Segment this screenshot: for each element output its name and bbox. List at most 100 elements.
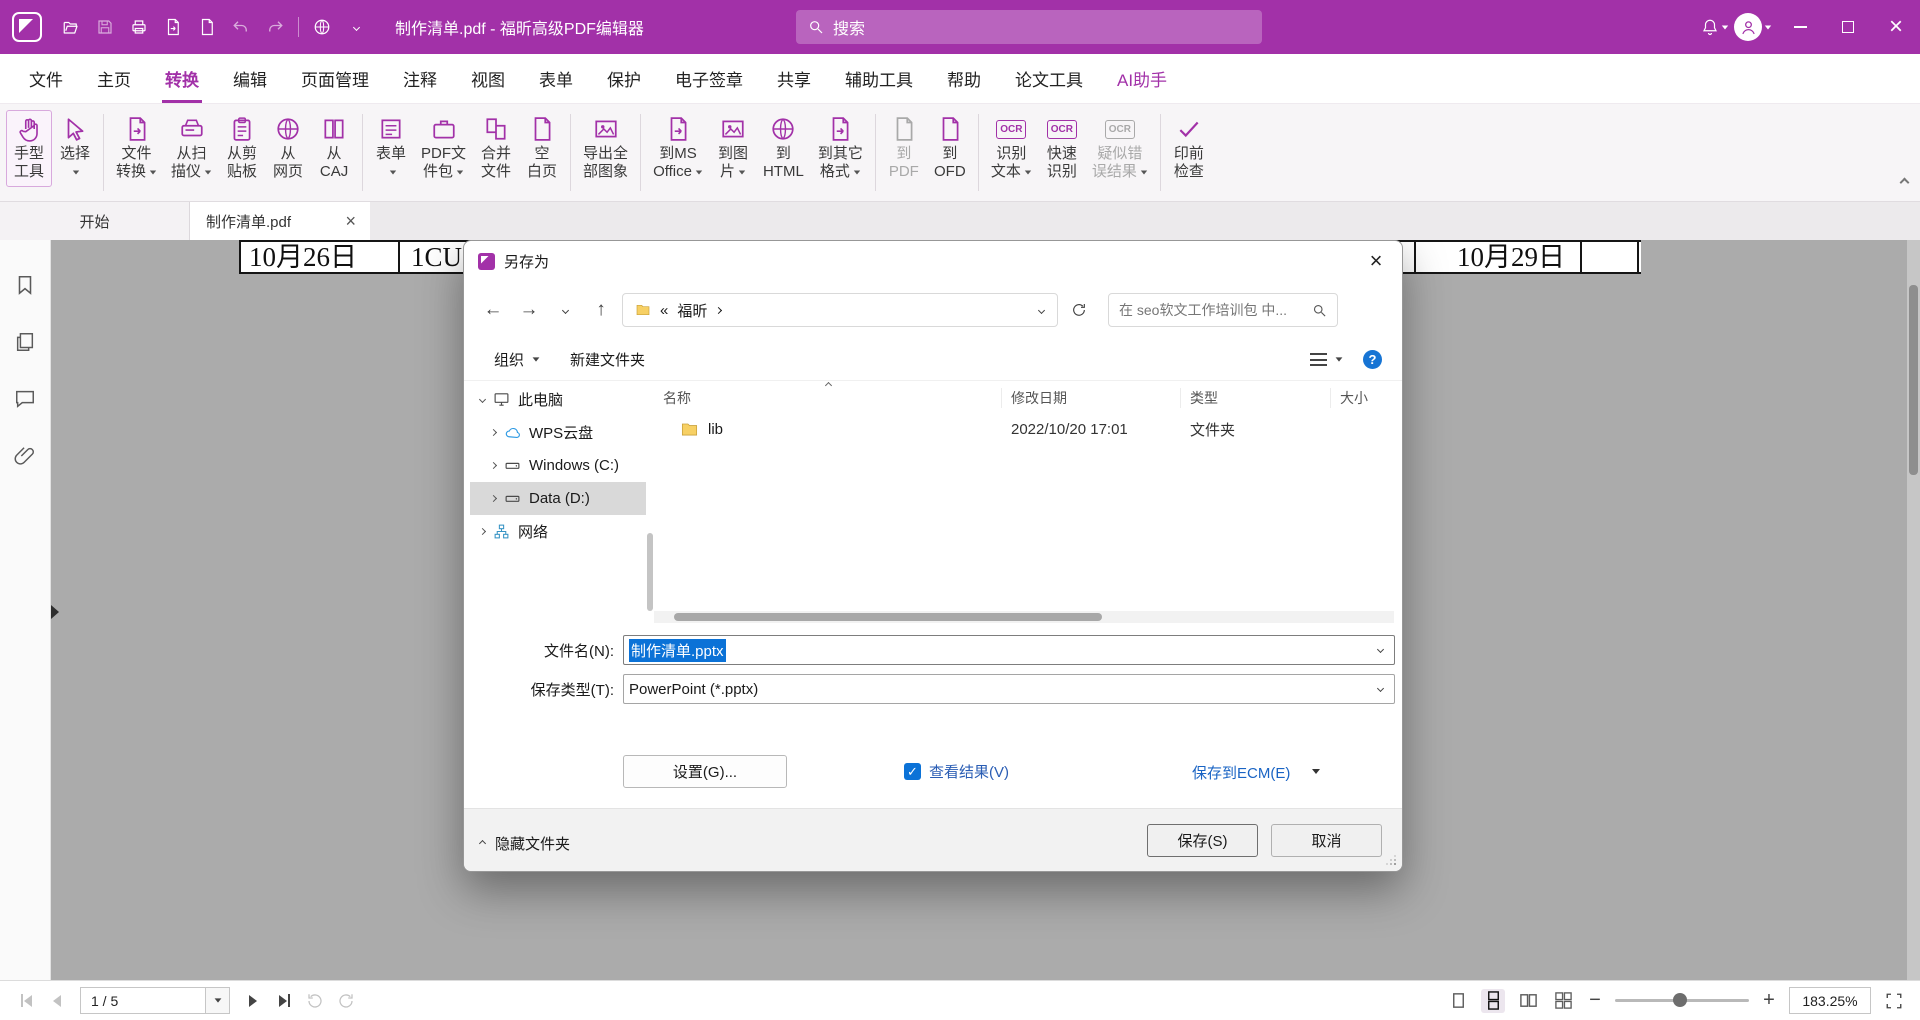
customize-toolbar-icon[interactable] (339, 10, 373, 44)
zoom-slider[interactable] (1615, 999, 1749, 1002)
menu-share[interactable]: 共享 (760, 54, 828, 103)
single-page-view-icon[interactable] (1446, 989, 1470, 1013)
export-icon[interactable] (156, 10, 190, 44)
back-icon[interactable]: ← (478, 295, 508, 325)
breadcrumb-folder[interactable]: 福昕 (677, 300, 707, 321)
ribbon-button-hand-tool[interactable]: 手型工具 (6, 110, 52, 187)
expand-panel-arrow[interactable] (51, 605, 59, 619)
file-list-hscrollbar[interactable] (654, 611, 1394, 623)
filetype-select[interactable]: PowerPoint (*.pptx) (623, 674, 1395, 704)
page-dropdown-icon[interactable] (205, 988, 229, 1013)
resize-grip[interactable] (1386, 855, 1396, 865)
cancel-button[interactable]: 取消 (1271, 824, 1382, 857)
checkbox-checked-icon[interactable]: ✓ (904, 763, 921, 780)
menu-page-manage[interactable]: 页面管理 (284, 54, 386, 103)
last-page-icon[interactable] (272, 988, 296, 1014)
comments-panel-icon[interactable] (14, 388, 36, 410)
breadcrumb-ellipsis[interactable]: « (660, 302, 668, 319)
menu-convert[interactable]: 转换 (148, 54, 216, 103)
scrollbar-thumb[interactable] (1909, 285, 1918, 475)
ribbon-button-ocr-text[interactable]: OCR 识别文本 (984, 110, 1039, 187)
tree-item-network[interactable]: 网络 (470, 515, 646, 548)
tree-item-this-pc[interactable]: 此电脑 (470, 383, 646, 416)
close-tab-icon[interactable]: × (341, 211, 360, 232)
forward-icon[interactable]: → (514, 295, 544, 325)
minimize-button[interactable] (1776, 0, 1824, 54)
refresh-icon[interactable] (1064, 295, 1094, 325)
ribbon-button-to-html[interactable]: 到HTML (756, 110, 811, 187)
account-avatar[interactable] (1730, 10, 1776, 44)
rotate-right-icon[interactable] (334, 988, 358, 1014)
help-icon[interactable]: ? (1363, 350, 1382, 369)
expand-icon[interactable] (479, 528, 486, 535)
ribbon-button-from-caj[interactable]: 从CAJ (311, 110, 357, 187)
column-type[interactable]: 类型 (1181, 388, 1331, 408)
redo-icon[interactable] (258, 10, 292, 44)
save-to-ecm-button[interactable]: 保存到ECM(E) (1192, 762, 1290, 783)
share-icon[interactable] (305, 10, 339, 44)
menu-comment[interactable]: 注释 (386, 54, 454, 103)
ribbon-button-to-ms-office[interactable]: 到MSOffice (646, 110, 710, 187)
next-page-icon[interactable] (241, 988, 265, 1014)
zoom-slider-thumb[interactable] (1673, 993, 1687, 1007)
view-mode-button[interactable] (1310, 353, 1343, 366)
tab-document[interactable]: 制作清单.pdf × (190, 202, 370, 240)
menu-protect[interactable]: 保护 (590, 54, 658, 103)
document-scrollbar[interactable] (1907, 240, 1920, 980)
ribbon-button-form[interactable]: 表单 (368, 110, 414, 187)
tree-item-wps-cloud[interactable]: WPS云盘 (470, 416, 646, 449)
scrollbar-thumb[interactable] (647, 533, 653, 611)
previous-page-icon[interactable] (45, 988, 69, 1014)
ribbon-button-select[interactable]: 选择 (52, 110, 98, 187)
zoom-in-icon[interactable]: + (1760, 989, 1778, 1012)
bookmarks-panel-icon[interactable] (14, 274, 36, 296)
menu-help[interactable]: 帮助 (930, 54, 998, 103)
ribbon-button-from-web[interactable]: 从网页 (265, 110, 311, 187)
ribbon-button-file-convert[interactable]: 文件转换 (109, 110, 164, 187)
tree-item-windows-c[interactable]: Windows (C:) (470, 449, 646, 482)
expand-icon[interactable] (490, 462, 497, 469)
address-bar[interactable]: « 福昕 (622, 293, 1058, 327)
ribbon-button-ocr-quick[interactable]: OCR 快速识别 (1039, 110, 1085, 187)
menu-esign[interactable]: 电子签章 (658, 54, 760, 103)
expand-icon[interactable] (490, 495, 497, 502)
expand-icon[interactable] (490, 429, 497, 436)
ribbon-button-merge-files[interactable]: 合并文件 (473, 110, 519, 187)
collapse-ribbon-icon[interactable] (1901, 173, 1908, 191)
notifications-bell-icon[interactable] (1700, 10, 1730, 44)
tree-item-data-d[interactable]: Data (D:) (470, 482, 646, 515)
organize-button[interactable]: 组织 (494, 349, 540, 370)
create-pdf-icon[interactable] (190, 10, 224, 44)
ribbon-button-to-ofd[interactable]: 到OFD (927, 110, 973, 187)
column-size[interactable]: 大小 (1331, 388, 1394, 408)
column-name[interactable]: 名称 (654, 388, 1002, 408)
facing-view-icon[interactable] (1516, 989, 1540, 1013)
combo-dropdown-icon[interactable] (1377, 646, 1384, 653)
zoom-level-input[interactable]: 183.25% (1789, 987, 1871, 1014)
ribbon-button-pdf-package[interactable]: PDF文件包 (414, 110, 473, 187)
menu-accessibility[interactable]: 辅助工具 (828, 54, 930, 103)
facing-continuous-view-icon[interactable] (1551, 989, 1575, 1013)
hide-folders-button[interactable]: 隐藏文件夹 (480, 833, 570, 854)
file-row-lib[interactable]: lib 2022/10/20 17:01 文件夹 (654, 413, 1394, 446)
first-page-icon[interactable] (14, 988, 38, 1014)
global-search-input[interactable]: 搜索 (796, 10, 1262, 44)
rotate-left-icon[interactable] (303, 988, 327, 1014)
recent-locations-icon[interactable] (550, 295, 580, 325)
save-button[interactable]: 保存(S) (1147, 824, 1258, 857)
page-thumbnails-icon[interactable] (14, 331, 36, 353)
column-date-modified[interactable]: 修改日期 (1002, 388, 1181, 408)
combo-dropdown-icon[interactable] (1377, 685, 1384, 692)
zoom-out-icon[interactable]: − (1586, 989, 1604, 1012)
tab-start[interactable]: 开始 (0, 202, 190, 240)
menu-edit[interactable]: 编辑 (216, 54, 284, 103)
open-file-icon[interactable] (54, 10, 88, 44)
tree-scrollbar[interactable] (646, 383, 654, 623)
ribbon-button-from-clipboard[interactable]: 从剪贴板 (219, 110, 265, 187)
ribbon-button-blank-page[interactable]: 空白页 (519, 110, 565, 187)
dialog-search-input[interactable]: 在 seo软文工作培训包 中... (1108, 293, 1338, 327)
menu-ai-assistant[interactable]: AI助手 (1100, 54, 1184, 103)
ribbon-button-to-image[interactable]: 到图片 (710, 110, 756, 187)
fullscreen-icon[interactable] (1882, 988, 1906, 1014)
menu-form[interactable]: 表单 (522, 54, 590, 103)
